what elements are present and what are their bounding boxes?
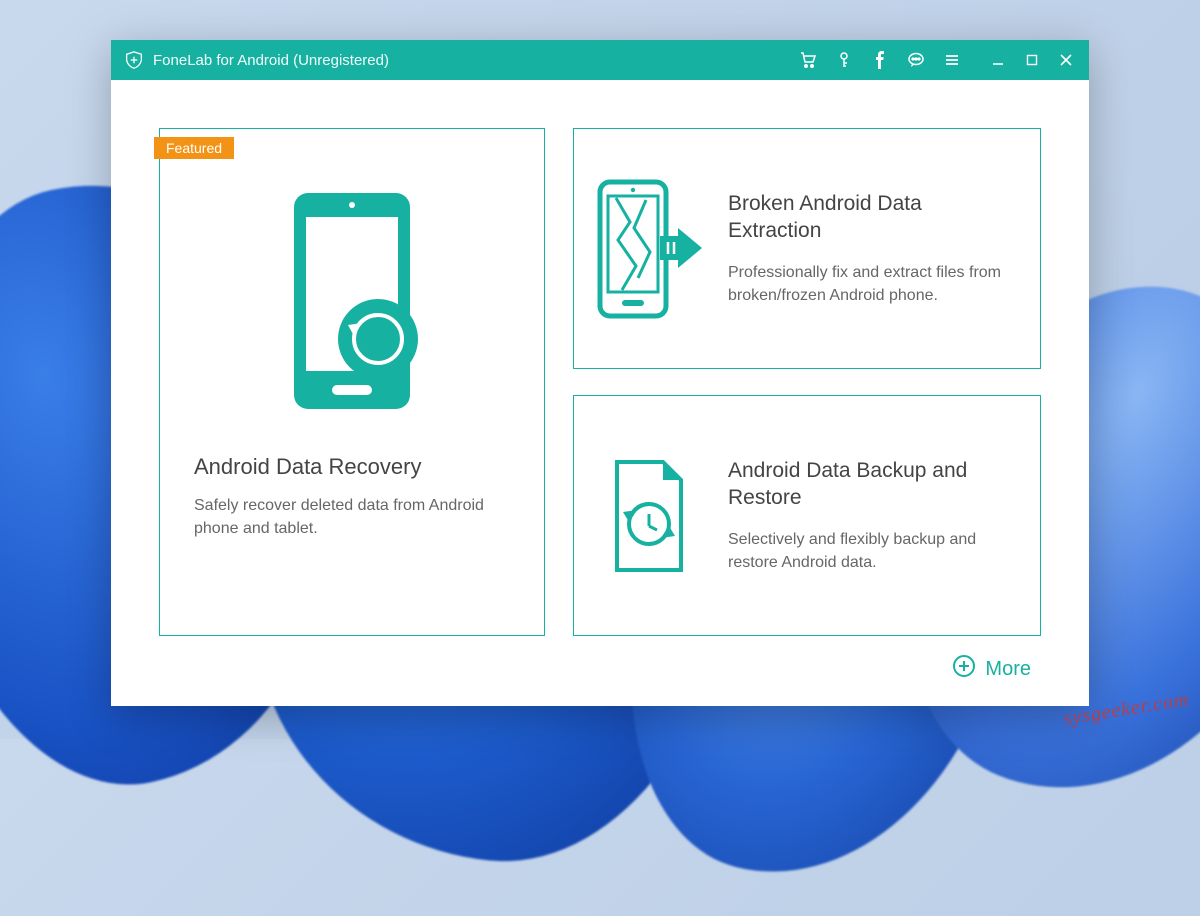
phone-recovery-icon (272, 189, 432, 418)
menu-icon[interactable] (943, 51, 961, 69)
card-broken-extraction[interactable]: Broken Android Data Extraction Professio… (573, 128, 1041, 369)
cart-icon[interactable] (799, 51, 817, 69)
card-data-recovery[interactable]: Featured Android Data Recovery Safely re (159, 128, 545, 636)
content-area: Featured Android Data Recovery Safely re (111, 80, 1089, 706)
card-description: Professionally fix and extract files fro… (728, 261, 1010, 307)
card-title: Android Data Recovery (194, 454, 421, 480)
more-label: More (985, 658, 1031, 681)
titlebar: FoneLab for Android (Unregistered) (111, 40, 1089, 80)
more-button[interactable]: More (952, 654, 1031, 684)
plus-circle-icon (952, 654, 976, 684)
card-backup-restore[interactable]: Android Data Backup and Restore Selectiv… (573, 395, 1041, 636)
close-button[interactable] (1057, 51, 1075, 69)
card-title: Android Data Backup and Restore (728, 457, 1010, 512)
key-icon[interactable] (835, 51, 853, 69)
feedback-icon[interactable] (907, 51, 925, 69)
maximize-button[interactable] (1023, 51, 1041, 69)
backup-restore-icon (590, 452, 708, 580)
app-logo-icon (125, 51, 143, 69)
broken-phone-icon (590, 174, 708, 324)
card-description: Selectively and flexibly backup and rest… (728, 528, 1010, 574)
featured-badge: Featured (154, 137, 234, 159)
minimize-button[interactable] (989, 51, 1007, 69)
card-description: Safely recover deleted data from Android… (194, 494, 510, 540)
facebook-icon[interactable] (871, 51, 889, 69)
card-title: Broken Android Data Extraction (728, 190, 1010, 245)
app-window: FoneLab for Android (Unregistered) (111, 40, 1089, 706)
app-title: FoneLab for Android (Unregistered) (153, 52, 389, 69)
